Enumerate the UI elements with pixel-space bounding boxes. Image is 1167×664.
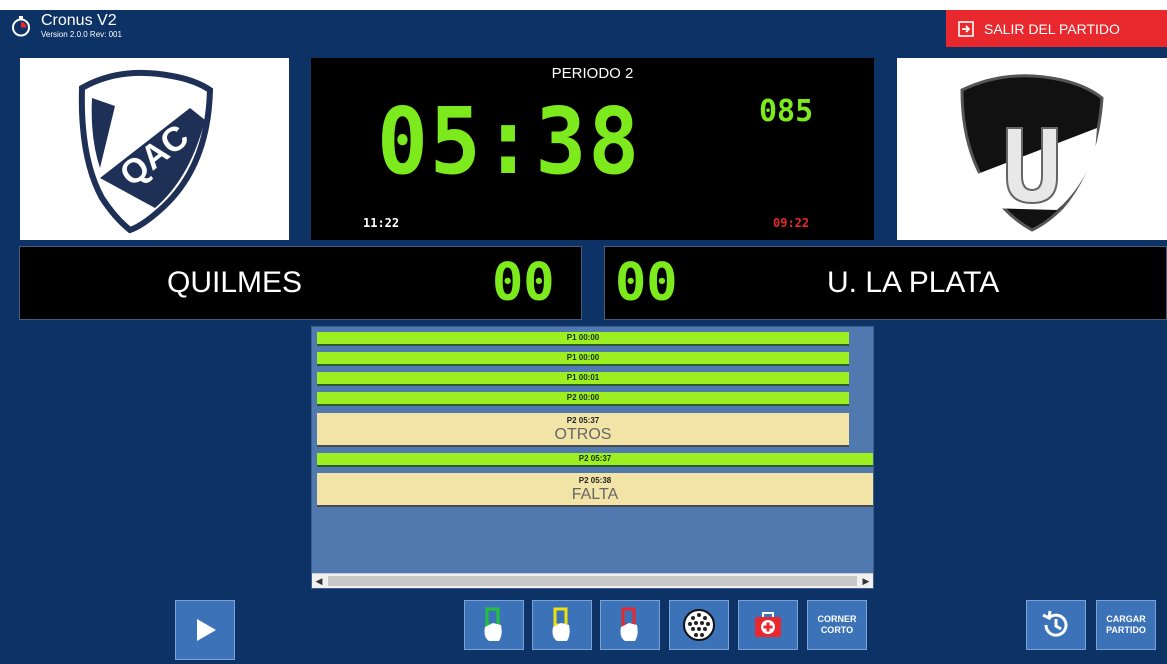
event-row[interactable]: P1 00:01 [317, 372, 849, 386]
scoreboard-clock: PERIODO 2 05:38 085 11:22 09:22 [311, 58, 874, 240]
home-team-logo: QAC [20, 58, 289, 240]
green-card-icon [484, 607, 502, 641]
short-corner-label: CORNER CORTO [817, 614, 857, 635]
yellow-card-button[interactable] [532, 600, 592, 650]
event-time: P2 05:37 [578, 454, 612, 463]
history-button[interactable] [1026, 600, 1086, 650]
period-label: PERIODO 2 [551, 65, 634, 82]
red-card-button[interactable] [600, 600, 660, 650]
app-window: Cronus V2 Version 2.0.0 Rev: 001 SALIR D… [0, 10, 1167, 664]
first-aid-icon [755, 612, 781, 637]
event-label: FALTA [571, 486, 619, 503]
away-team-logo [897, 58, 1167, 240]
away-team-panel: 00 U. LA PLATA [604, 246, 1167, 320]
app-title: Cronus V2 [41, 12, 117, 29]
app-version: Version 2.0.0 Rev: 001 [41, 30, 122, 39]
stopwatch-icon [12, 16, 30, 37]
home-team-panel: QUILMES 00 [19, 246, 582, 320]
event-row[interactable]: P2 05:37 [317, 453, 873, 467]
medical-button[interactable] [738, 600, 798, 650]
shot-clock: 085 [759, 94, 814, 129]
yellow-card-icon [552, 607, 570, 641]
event-row[interactable]: P1 00:00 [317, 332, 849, 346]
event-label: OTROS [554, 426, 612, 443]
scroll-thumb[interactable] [328, 576, 857, 586]
events-log[interactable]: P1 00:00 P1 00:00 P1 00:01 P2 00:00 P2 0… [311, 326, 874, 589]
home-team-score: 00 [492, 253, 555, 313]
event-time: P2 05:37 [566, 416, 600, 425]
event-row[interactable]: P1 00:00 [317, 352, 849, 366]
right-time: 09:22 [773, 216, 810, 230]
green-card-button[interactable] [464, 600, 524, 650]
ball-icon [683, 609, 715, 641]
away-team-score: 00 [615, 253, 678, 313]
ball-button[interactable] [669, 600, 729, 650]
event-row[interactable]: P2 00:00 [317, 392, 849, 406]
event-row[interactable]: P2 05:37 OTROS [317, 413, 849, 447]
horizontal-scrollbar[interactable]: ◀ ▶ [312, 573, 873, 588]
away-team-name: U. LA PLATA [827, 266, 1000, 299]
event-time: P1 00:00 [566, 333, 600, 342]
exit-match-button[interactable]: SALIR DEL PARTIDO [946, 10, 1167, 47]
red-card-icon [620, 607, 638, 641]
load-match-button[interactable]: CARGAR PARTIDO [1096, 600, 1156, 650]
event-time: P2 00:00 [566, 393, 600, 402]
qac-crest-icon: QAC [78, 69, 214, 234]
event-time: P1 00:01 [566, 373, 600, 382]
u-crest-icon [960, 74, 1104, 232]
history-icon [1042, 610, 1068, 637]
event-time: P1 00:00 [566, 353, 600, 362]
event-row[interactable]: P2 05:38 FALTA [317, 473, 873, 507]
short-corner-button[interactable]: CORNER CORTO [807, 600, 867, 650]
scroll-right-arrow[interactable]: ▶ [859, 574, 873, 588]
exit-icon [958, 20, 974, 37]
load-match-label: CARGAR PARTIDO [1106, 614, 1146, 635]
play-button[interactable] [175, 600, 235, 660]
exit-label: SALIR DEL PARTIDO [984, 20, 1120, 37]
scroll-left-arrow[interactable]: ◀ [312, 574, 326, 588]
left-time: 11:22 [363, 216, 400, 230]
main-timer: 05:38 [377, 88, 641, 195]
event-time: P2 05:38 [578, 476, 612, 485]
play-icon [197, 619, 216, 641]
home-team-name: QUILMES [167, 266, 303, 299]
